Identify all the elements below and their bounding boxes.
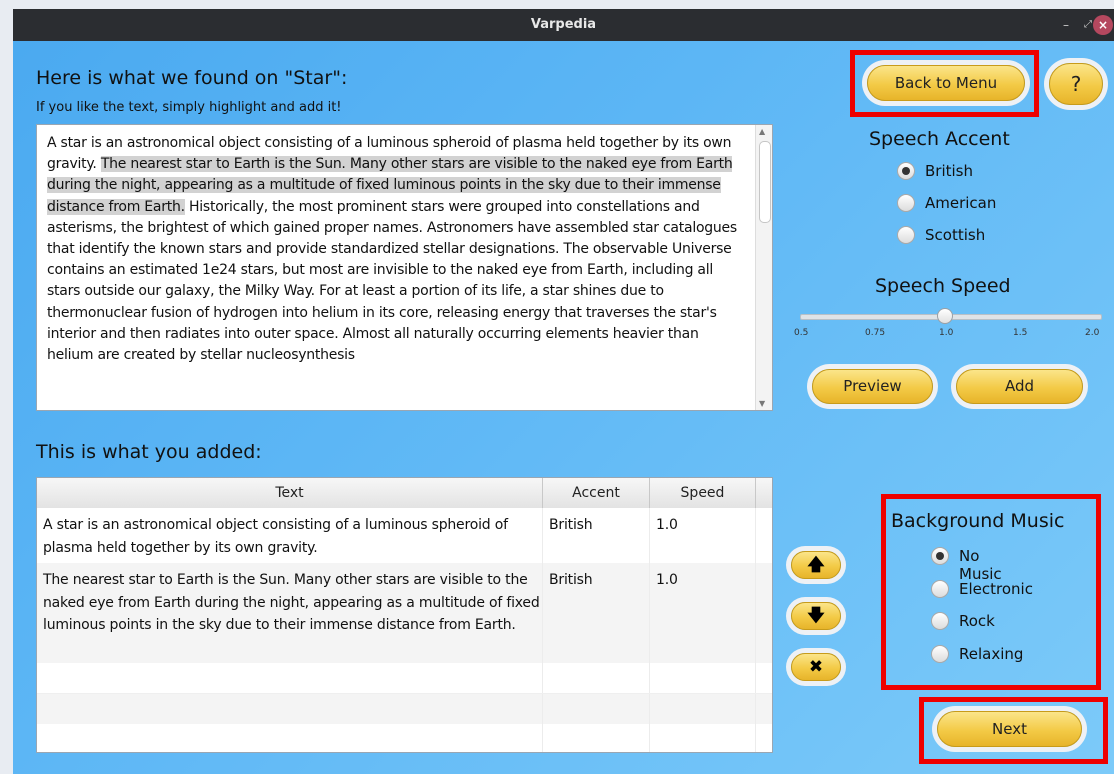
- empty-row: [37, 663, 772, 694]
- slider-tick-label: 0.75: [865, 328, 886, 338]
- cell-text: A star is an astronomical object consist…: [37, 508, 543, 563]
- radio-icon[interactable]: [897, 194, 915, 212]
- radio-label: Rock: [959, 612, 995, 630]
- column-header-text[interactable]: Text: [37, 478, 543, 508]
- empty-row: [37, 694, 772, 724]
- background-music-title: Background Music: [891, 510, 1065, 532]
- slider-tick-label: 2.0: [1085, 328, 1100, 338]
- search-result-text[interactable]: A star is an astronomical object consist…: [47, 133, 749, 366]
- next-button[interactable]: Next: [937, 711, 1082, 747]
- text-after-highlight: Historically, the most prominent stars w…: [47, 198, 737, 364]
- empty-row: [37, 724, 772, 752]
- arrow-down-icon: 🡇: [807, 606, 825, 626]
- minimize-icon[interactable]: –: [1063, 15, 1069, 35]
- slider-tick-label: 0.5: [794, 328, 809, 338]
- radio-label: American: [925, 194, 997, 212]
- close-x-icon: ✖: [808, 657, 824, 677]
- radio-icon[interactable]: [897, 226, 915, 244]
- empty-cell: [543, 663, 650, 693]
- move-up-button[interactable]: 🡅: [791, 551, 841, 579]
- cell-text: The nearest star to Earth is the Sun. Ma…: [37, 563, 543, 663]
- radio-icon[interactable]: [931, 612, 949, 630]
- column-header-accent[interactable]: Accent: [543, 478, 650, 508]
- empty-cell: [650, 663, 756, 693]
- help-button[interactable]: ?: [1049, 63, 1103, 105]
- cell-accent: British: [543, 508, 650, 563]
- textarea-scrollbar[interactable]: ▲ ▼: [755, 125, 772, 410]
- window-title: Varpedia: [530, 17, 597, 32]
- radio-selected-icon[interactable]: [931, 547, 949, 565]
- table-header: Text Accent Speed: [37, 478, 772, 509]
- empty-cell: [37, 663, 543, 693]
- app-window: Varpedia – ⤢ × Here is what we found on …: [13, 9, 1114, 774]
- maximize-icon[interactable]: ⤢: [1084, 15, 1092, 35]
- cell-accent: British: [543, 563, 650, 663]
- empty-cell: [650, 724, 756, 752]
- empty-cell: [650, 694, 756, 724]
- empty-cell: [37, 694, 543, 724]
- radio-label: British: [925, 162, 973, 180]
- scroll-down-icon[interactable]: ▼: [759, 399, 765, 408]
- radio-icon[interactable]: [931, 580, 949, 598]
- scroll-up-icon[interactable]: ▲: [759, 127, 765, 136]
- radio-label: No Music: [959, 547, 1002, 583]
- added-section-title: This is what you added:: [36, 441, 262, 463]
- cell-speed: 1.0: [650, 508, 756, 563]
- slider-tick-label: 1.0: [939, 328, 954, 338]
- add-button[interactable]: Add: [956, 369, 1083, 404]
- preview-button[interactable]: Preview: [812, 369, 933, 404]
- radio-label: Scottish: [925, 226, 986, 244]
- title-bar: Varpedia – ⤢ ×: [13, 9, 1114, 41]
- delete-button[interactable]: ✖: [791, 653, 841, 681]
- speech-speed-title: Speech Speed: [875, 275, 1011, 297]
- table-row[interactable]: A star is an astronomical object consist…: [37, 508, 772, 563]
- search-result-textarea[interactable]: A star is an astronomical object consist…: [36, 124, 773, 411]
- instructions-text: If you like the text, simply highlight a…: [36, 100, 342, 115]
- table-row[interactable]: The nearest star to Earth is the Sun. Ma…: [37, 563, 772, 663]
- back-to-menu-button[interactable]: Back to Menu: [867, 65, 1025, 101]
- page-title: Here is what we found on "Star":: [36, 67, 348, 89]
- radio-label: Electronic: [959, 580, 1033, 598]
- added-table[interactable]: Text Accent Speed A star is an astronomi…: [36, 477, 773, 753]
- close-icon[interactable]: ×: [1093, 15, 1113, 35]
- radio-icon[interactable]: [931, 645, 949, 663]
- empty-cell: [37, 724, 543, 752]
- radio-selected-icon[interactable]: [897, 162, 915, 180]
- speed-slider-thumb[interactable]: [937, 308, 953, 324]
- scrollbar-thumb[interactable]: [759, 141, 771, 223]
- arrow-up-icon: 🡅: [807, 555, 825, 575]
- radio-label: Relaxing: [959, 645, 1024, 663]
- cell-speed: 1.0: [650, 563, 756, 663]
- column-header-speed[interactable]: Speed: [650, 478, 756, 508]
- slider-tick-label: 1.5: [1013, 328, 1028, 338]
- empty-cell: [543, 724, 650, 752]
- empty-cell: [543, 694, 650, 724]
- move-down-button[interactable]: 🡇: [791, 602, 841, 630]
- speech-accent-title: Speech Accent: [869, 128, 1010, 150]
